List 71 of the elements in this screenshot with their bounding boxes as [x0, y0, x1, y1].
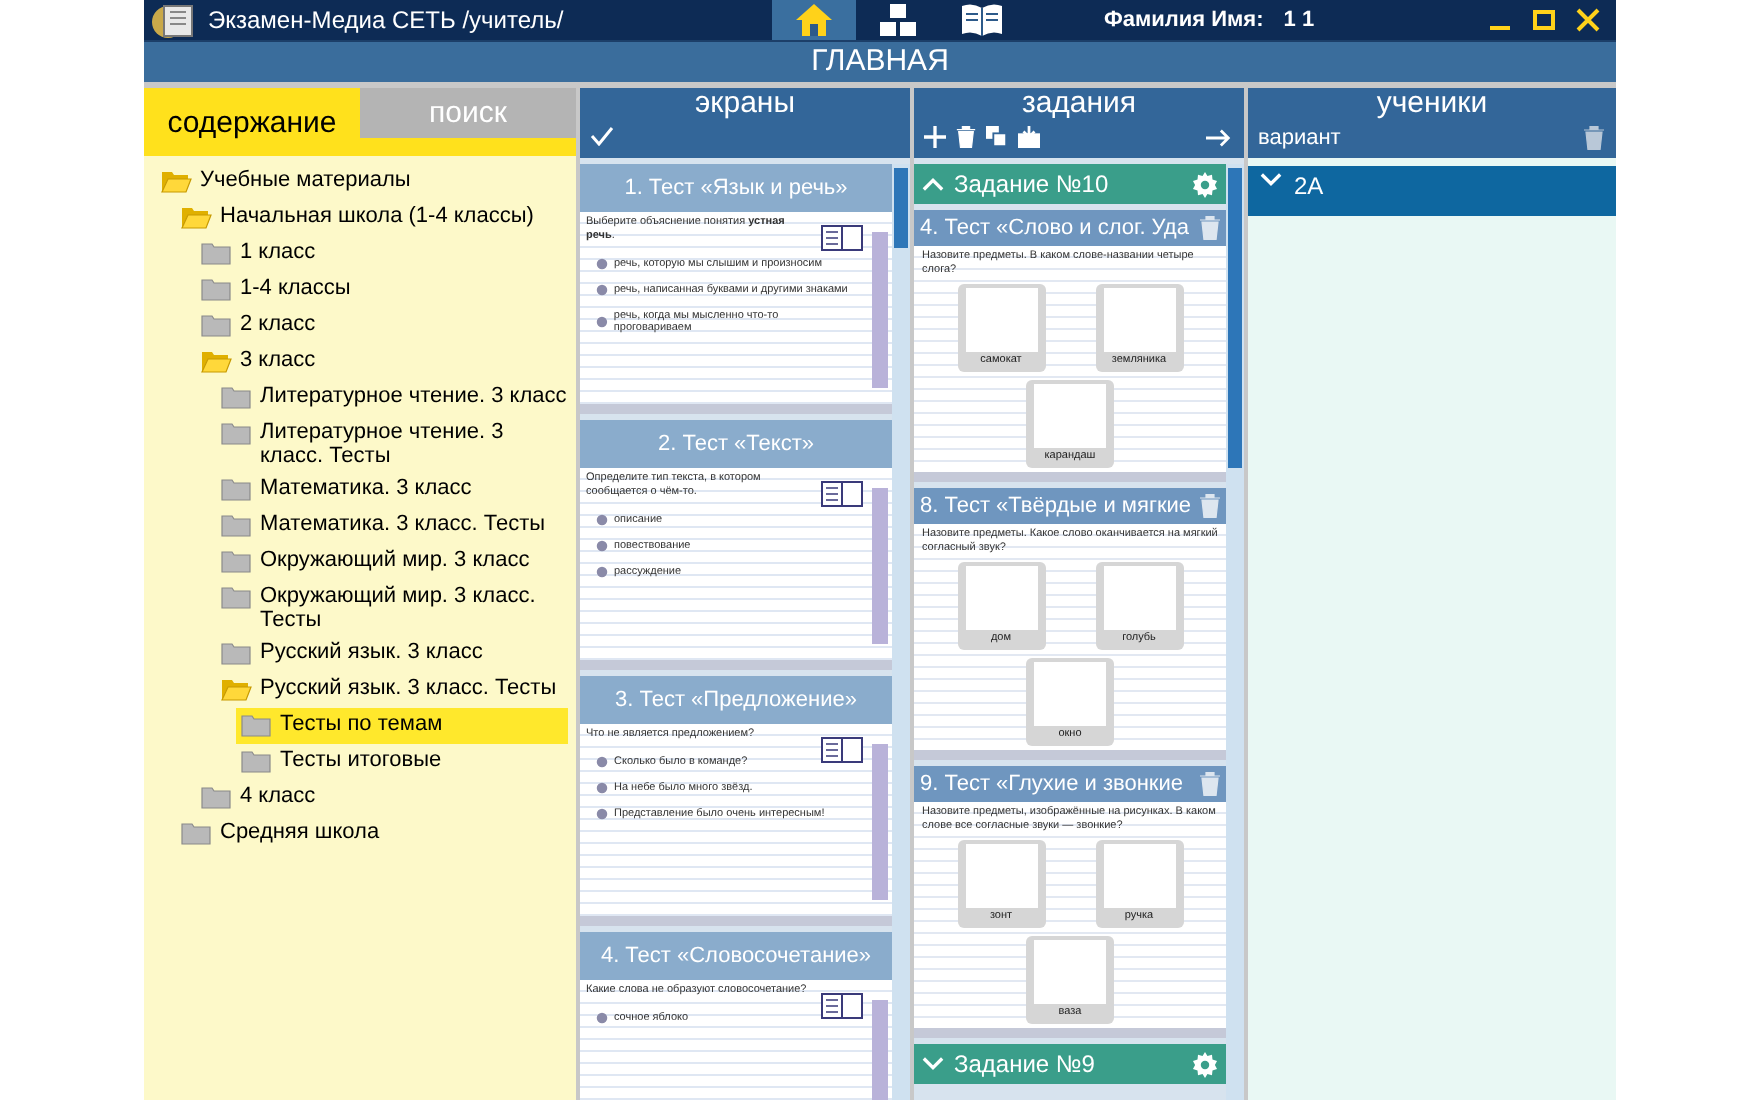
tree-item[interactable]: Тесты итоговые: [236, 744, 576, 780]
tree-item[interactable]: Начальная школа (1-4 классы): [176, 200, 576, 236]
column-title: экраны: [693, 88, 797, 120]
tree-item[interactable]: Математика. 3 класс: [216, 472, 576, 508]
picture-placeholder: [1103, 844, 1175, 908]
picture-placeholder: [1103, 288, 1175, 352]
radio-icon: [596, 566, 608, 578]
column-title: ученики: [1374, 88, 1490, 120]
book-icon: [820, 992, 864, 1020]
tree-item[interactable]: Окружающий мир. 3 класс: [216, 544, 576, 580]
class-group-row[interactable]: 2А: [1248, 166, 1616, 216]
check-icon[interactable]: [590, 126, 614, 146]
trash-icon[interactable]: [1584, 126, 1604, 150]
book-icon: [960, 2, 1004, 38]
tree-item[interactable]: Русский язык. 3 класс: [216, 636, 576, 672]
column-title: задания: [1019, 88, 1139, 120]
book-icon: [820, 480, 864, 508]
arrow-right-icon[interactable]: [1206, 127, 1232, 147]
picture-placeholder: [965, 844, 1037, 908]
picture-placeholder: [1103, 566, 1175, 630]
group-title: Задание №9: [954, 1050, 1095, 1078]
chevron-down-icon[interactable]: [1260, 172, 1282, 188]
tree-item[interactable]: Окружающий мир. 3 класс. Тесты: [216, 580, 576, 636]
book-icon: [820, 736, 864, 764]
save-icon[interactable]: [1018, 126, 1040, 148]
radio-icon: [596, 514, 608, 526]
blocks-icon: [878, 2, 918, 38]
picture-placeholder: [965, 566, 1037, 630]
radio-icon: [596, 284, 608, 296]
user-label: Фамилия Имя:: [1104, 8, 1264, 32]
close-icon[interactable]: [1576, 8, 1600, 32]
tree-item[interactable]: Математика. 3 класс. Тесты: [216, 508, 576, 544]
scrollbar[interactable]: [1226, 164, 1244, 1100]
tree-item[interactable]: Литературное чтение. 3 класс: [216, 380, 576, 416]
home-icon: [794, 2, 834, 38]
variant-label: вариант: [1258, 126, 1341, 150]
tree-item[interactable]: 4 класс: [196, 780, 576, 816]
chevron-down-icon[interactable]: [922, 1056, 944, 1072]
class-name: 2А: [1294, 172, 1324, 200]
radio-icon: [596, 1012, 608, 1024]
tree-item[interactable]: 3 класс: [196, 344, 576, 380]
tree-item[interactable]: 1 класс: [196, 236, 576, 272]
tree-item[interactable]: 1-4 классы: [196, 272, 576, 308]
radio-icon: [596, 756, 608, 768]
radio-icon: [596, 316, 608, 328]
picture-placeholder: [1034, 662, 1106, 726]
picture-placeholder: [965, 288, 1037, 352]
tree-item[interactable]: Литературное чтение. 3 класс. Тесты: [216, 416, 576, 472]
chevron-up-icon[interactable]: [922, 176, 944, 192]
copy-icon[interactable]: [986, 126, 1008, 148]
radio-icon: [596, 258, 608, 270]
radio-icon: [596, 540, 608, 552]
group-title: Задание №10: [954, 170, 1109, 198]
user-name: 1 1: [1283, 8, 1315, 32]
book-icon: [820, 224, 864, 252]
tree-item[interactable]: Русский язык. 3 класс. Тесты: [216, 672, 576, 708]
picture-placeholder: [1034, 384, 1106, 448]
tree-item[interactable]: Средняя школа: [176, 816, 576, 852]
radio-icon: [596, 808, 608, 820]
app-title: Экзамен-Медиа СЕТЬ /учитель/: [208, 6, 564, 34]
settings-icon[interactable]: [1192, 1051, 1218, 1077]
settings-icon[interactable]: [1192, 171, 1218, 197]
tree-item[interactable]: Учебные материалы: [156, 164, 576, 200]
plus-icon[interactable]: [924, 126, 946, 148]
scrollbar[interactable]: [892, 164, 910, 1100]
page-title: ГЛАВНАЯ: [144, 40, 1616, 82]
picture-placeholder: [1034, 940, 1106, 1004]
tree-item[interactable]: 2 класс: [196, 308, 576, 344]
radio-icon: [596, 782, 608, 794]
tree-item[interactable]: Тесты по темам: [236, 708, 568, 744]
maximize-icon[interactable]: [1532, 8, 1556, 32]
